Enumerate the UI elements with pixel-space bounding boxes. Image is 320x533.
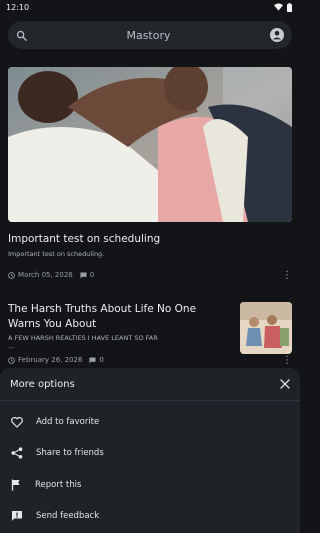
option-send-feedback[interactable]: Send feedback (0, 501, 300, 531)
search-bar[interactable]: Mastory (8, 21, 292, 49)
article-title[interactable]: The Harsh Truths About Life No One Warns… (8, 302, 230, 332)
feedback-icon (12, 511, 22, 521)
sheet-header: More options (0, 368, 300, 401)
article-date: February 26, 2026 (18, 356, 83, 364)
comment-icon (89, 356, 96, 364)
hero-illustration (8, 67, 292, 222)
status-bar: 12:10 (0, 0, 300, 14)
option-add-to-favorite[interactable]: Add to favorite (0, 407, 300, 437)
flag-icon (11, 479, 20, 491)
account-icon[interactable] (270, 28, 284, 42)
share-icon (11, 447, 23, 459)
option-label: Add to favorite (36, 417, 100, 427)
status-icons (274, 2, 292, 12)
heart-icon (11, 416, 23, 428)
search-icon[interactable] (16, 30, 27, 41)
more-options-icon[interactable]: ⋮ (282, 356, 292, 366)
article-subtitle: A FEW HARSH REALTIES I HAVE LEANT SO FAR (8, 334, 158, 342)
article-hero-image[interactable] (8, 67, 292, 222)
option-label: Report this (35, 480, 82, 490)
clock-icon (8, 271, 15, 279)
clock-icon (8, 356, 15, 364)
article-date: March 05, 2026 (18, 271, 73, 279)
sheet-title: More options (10, 378, 75, 390)
option-label: Share to friends (36, 448, 104, 458)
comment-icon (80, 271, 87, 279)
close-icon[interactable] (280, 379, 290, 389)
article-thumbnail[interactable] (240, 302, 292, 354)
article-meta: March 05, 2026 0 (8, 271, 94, 279)
app-title: Mastory (126, 28, 171, 42)
article-meta: February 26, 2026 0 (8, 356, 104, 364)
more-options-icon[interactable]: ⋮ (282, 271, 292, 281)
article-comment-count: 0 (99, 356, 104, 364)
option-share-to-friends[interactable]: Share to friends (0, 438, 300, 468)
option-report-this[interactable]: Report this (0, 470, 300, 500)
battery-icon (287, 2, 292, 12)
article-subtitle: Important test on scheduling. (8, 250, 105, 258)
article-comment-count: 0 (89, 271, 95, 279)
option-label: Send feedback (36, 511, 100, 521)
wifi-icon (274, 3, 283, 11)
thumbnail-illustration (240, 302, 292, 354)
more-options-sheet: More options Add to favorite Share to fr… (0, 368, 300, 533)
article-title[interactable]: Important test on scheduling (8, 232, 160, 247)
article-subtitle-ellipsis: ... (8, 342, 15, 350)
status-time: 12:10 (6, 2, 30, 12)
